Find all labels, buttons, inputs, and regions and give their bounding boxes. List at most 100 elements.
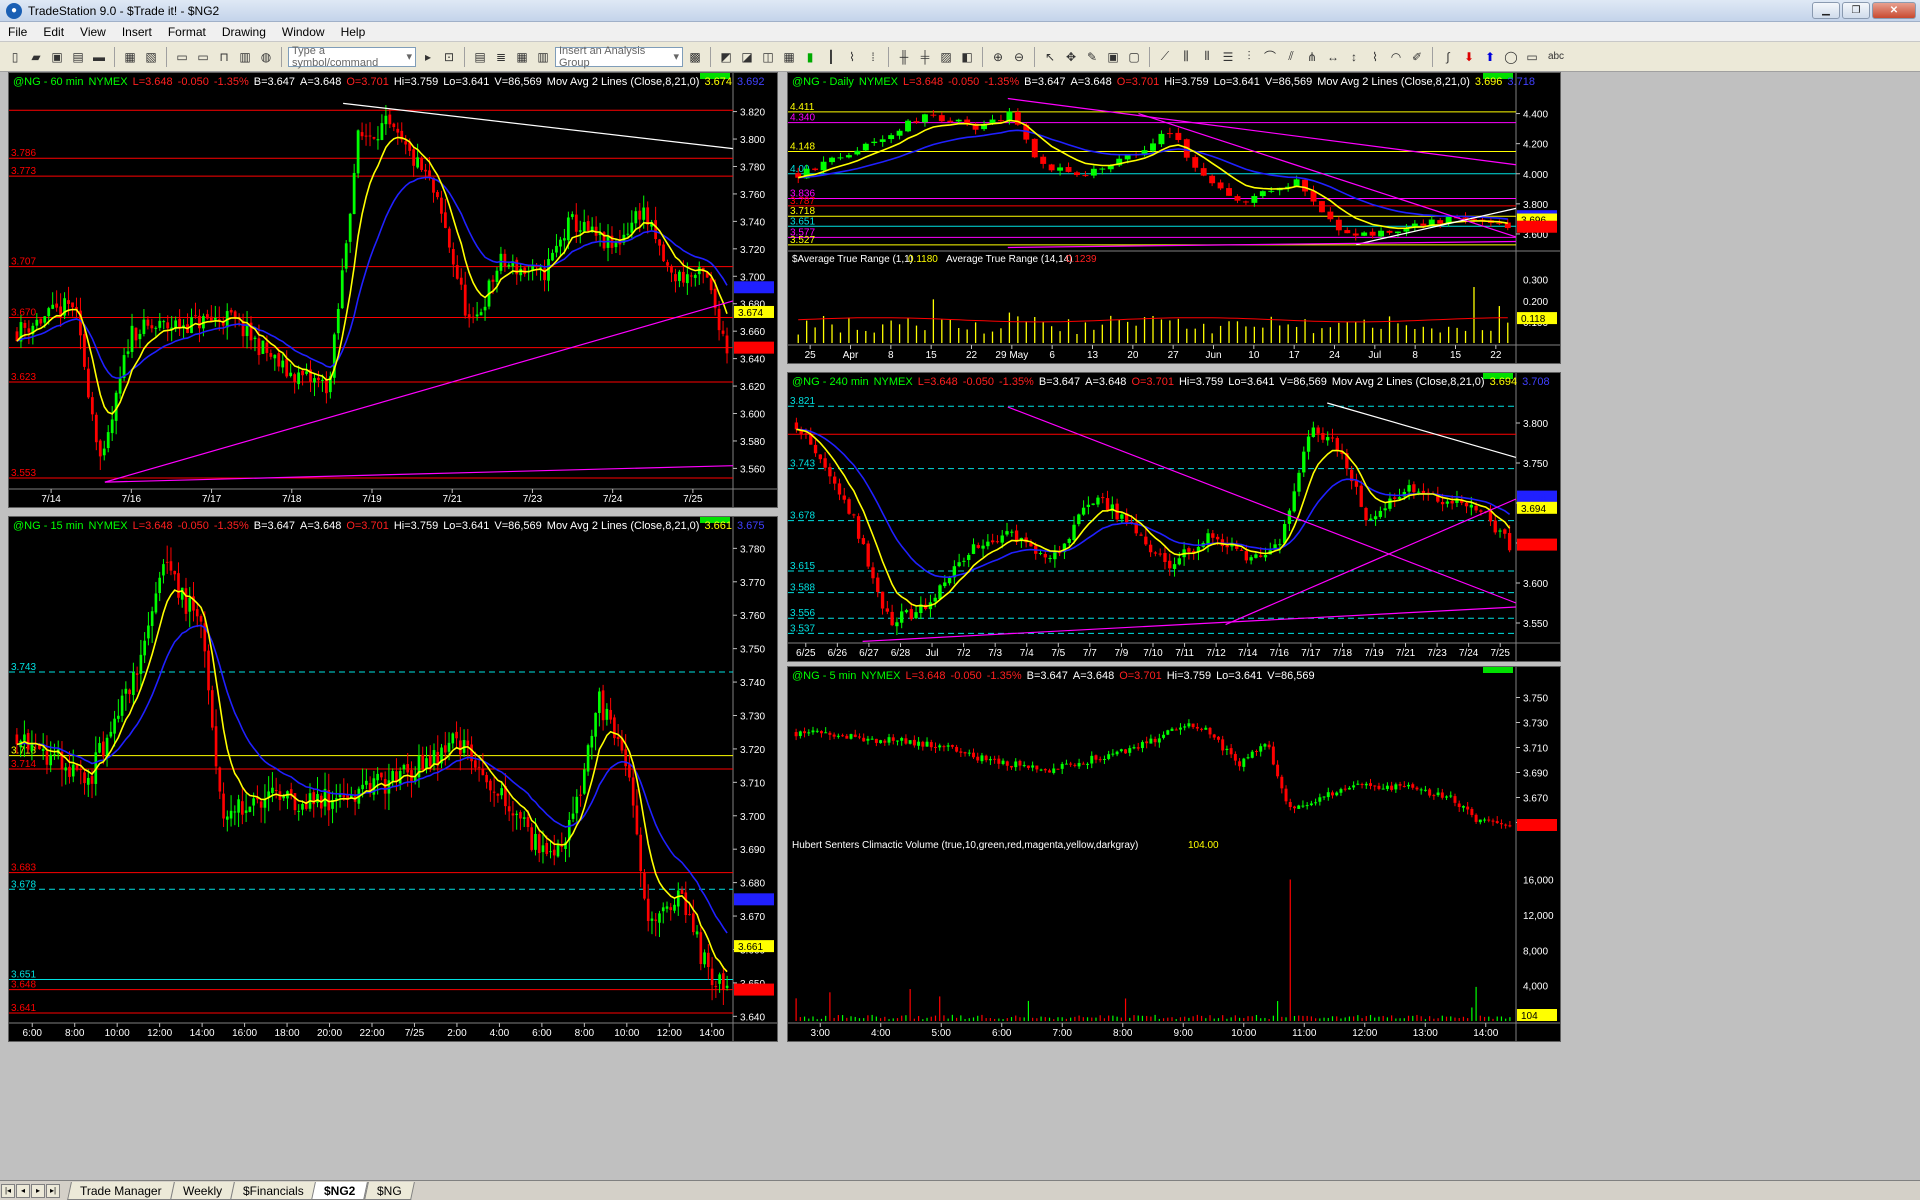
last-tab-icon[interactable]: ▸| — [46, 1183, 60, 1198]
list-icon[interactable]: ≣ — [492, 48, 510, 66]
quote-icon[interactable]: ◫ — [759, 48, 777, 66]
scan-icon[interactable]: ▥ — [534, 48, 552, 66]
menu-view[interactable]: View — [72, 22, 114, 42]
candle-body — [1321, 433, 1325, 440]
rectangle-icon[interactable]: ▭ — [1523, 48, 1541, 66]
bar-chart-icon[interactable]: ▮ — [801, 48, 819, 66]
arrow-down-icon[interactable]: ⬇ — [1460, 48, 1478, 66]
menu-window[interactable]: Window — [274, 22, 333, 42]
matrix2-icon[interactable]: ▦ — [780, 48, 798, 66]
line-chart-icon[interactable]: ⌇ — [843, 48, 861, 66]
maximize-icon[interactable]: ❐ — [1842, 2, 1870, 19]
symbol-command-input[interactable]: Type a symbol/command ▾ — [288, 45, 416, 69]
chart-icon[interactable]: ▥ — [236, 48, 254, 66]
candle-body — [837, 157, 844, 159]
grid-icon[interactable]: ▤ — [471, 48, 489, 66]
data-window-icon[interactable]: ▣ — [1104, 48, 1122, 66]
go-arrow-icon[interactable]: ▸ — [419, 48, 437, 66]
new-file-icon[interactable]: ▯ — [6, 48, 24, 66]
radar-icon[interactable]: ◪ — [738, 48, 756, 66]
insert-study-icon[interactable]: ╪ — [916, 48, 934, 66]
insert-bar-icon[interactable]: ╫ — [895, 48, 913, 66]
close-icon[interactable]: ✕ — [1872, 2, 1916, 19]
window-icon[interactable]: ▭ — [173, 48, 191, 66]
chart-window-60min[interactable]: 3.820 3.800 3.780 3.760 3.740 3.720 3.700 3.680… — [8, 72, 778, 508]
arrow-up-icon[interactable]: ⬆ — [1481, 48, 1499, 66]
next-tab-icon[interactable]: ▸ — [31, 1183, 45, 1198]
menu-help[interactable]: Help — [333, 22, 374, 42]
fib-arc-icon[interactable]: ◠ — [1387, 48, 1405, 66]
candle-icon[interactable]: ┃ — [822, 48, 840, 66]
zoom-in-icon[interactable]: ⊕ — [989, 48, 1007, 66]
open-workspace-icon[interactable]: ▣ — [48, 48, 66, 66]
fib-icon[interactable]: ⫼ — [1177, 48, 1195, 66]
tab-ng2[interactable]: $NG2 — [311, 1181, 369, 1200]
chart-window-240min[interactable]: 3.8003.7503.7003.6503.6003.5503.8213.743… — [787, 372, 1561, 662]
curve-icon[interactable]: ∫ — [1439, 48, 1457, 66]
candle-body — [1172, 564, 1177, 569]
lock-icon[interactable]: ⊓ — [215, 48, 233, 66]
first-tab-icon[interactable]: |◂ — [1, 1183, 15, 1198]
window-link-icon[interactable]: ▭ — [194, 48, 212, 66]
andrews-pitchfork-icon[interactable]: ⋔ — [1303, 48, 1321, 66]
horizontal-lines-icon[interactable]: ☰ — [1219, 48, 1237, 66]
chart-window-5min[interactable]: 3.7503.7303.7103.6903.6703.6503.6483:004… — [787, 666, 1561, 1042]
candle-body — [1314, 802, 1318, 804]
candle-body — [1407, 784, 1411, 787]
analysis-icon[interactable]: ▩ — [686, 48, 704, 66]
speed-lines-icon[interactable]: ⫴ — [1198, 48, 1216, 66]
point-figure-icon[interactable]: ⁞ — [864, 48, 882, 66]
menu-format[interactable]: Format — [160, 22, 214, 42]
lookup-icon[interactable]: ⊡ — [440, 48, 458, 66]
menu-insert[interactable]: Insert — [114, 22, 160, 42]
candle-body — [428, 170, 431, 177]
folder-icon[interactable]: ▬ — [90, 48, 108, 66]
print-preview-icon[interactable]: ▦ — [121, 48, 139, 66]
text-tool-icon[interactable]: abc — [1544, 48, 1568, 66]
chart-analysis-icon[interactable]: ◩ — [717, 48, 735, 66]
dropdown-arrow-icon[interactable]: ▾ — [673, 50, 679, 63]
pen-icon[interactable]: ✐ — [1408, 48, 1426, 66]
chart-window-daily[interactable]: 4.400 4.200 4.000 3.800 3.600 4.411 4.340 4.148… — [787, 72, 1561, 364]
candle-body — [1259, 555, 1263, 557]
ellipse-icon[interactable]: ◯ — [1502, 48, 1520, 66]
analysis-group-input[interactable]: Insert an Analysis Group ▾ — [555, 45, 683, 69]
menu-drawing[interactable]: Drawing — [214, 22, 274, 42]
dropdown-arrow-icon[interactable]: ▾ — [406, 50, 412, 63]
matrix-icon[interactable]: ▦ — [513, 48, 531, 66]
arc-icon[interactable]: ⌒ — [1261, 48, 1279, 66]
cursor-icon[interactable]: ↖ — [1041, 48, 1059, 66]
horizontal-line-icon[interactable]: ↔ — [1324, 48, 1342, 66]
tools-icon[interactable]: ✎ — [1083, 48, 1101, 66]
trendline-icon[interactable]: ⟋ — [1156, 48, 1174, 66]
tab-ng[interactable]: $NG — [363, 1181, 415, 1200]
candle-body — [1145, 741, 1149, 744]
tab-financials[interactable]: $Financials — [229, 1181, 317, 1200]
time-cycle-icon[interactable]: ⌇ — [1366, 48, 1384, 66]
prev-tab-icon[interactable]: ◂ — [16, 1183, 30, 1198]
tab-weekly[interactable]: Weekly — [169, 1181, 235, 1200]
tab-trade-manager[interactable]: Trade Manager — [67, 1181, 175, 1200]
candle-body — [1364, 783, 1368, 786]
y-tick-label: 3.800 — [1523, 200, 1548, 211]
candle-body — [475, 314, 479, 317]
menu-edit[interactable]: Edit — [35, 22, 72, 42]
hand-icon[interactable]: ✥ — [1062, 48, 1080, 66]
minimize-icon[interactable]: ▁ — [1812, 2, 1840, 19]
gann-icon[interactable]: ⫶ — [1240, 48, 1258, 66]
vertical-line-icon[interactable]: ↕ — [1345, 48, 1363, 66]
open-folder-icon[interactable]: ▰ — [27, 48, 45, 66]
zoom-out-icon[interactable]: ⊖ — [1010, 48, 1028, 66]
candle-body — [402, 764, 406, 770]
save-icon[interactable]: ▤ — [69, 48, 87, 66]
menu-file[interactable]: File — [0, 22, 35, 42]
text-box-icon[interactable]: ▢ — [1125, 48, 1143, 66]
style-icon[interactable]: ◧ — [958, 48, 976, 66]
chart-window-15min[interactable]: 3.780 3.770 3.760 3.750 3.740 3.730 3.720 3.710… — [8, 516, 778, 1042]
format-icon[interactable]: ▨ — [937, 48, 955, 66]
globe-icon[interactable]: ◍ — [257, 48, 275, 66]
channel-icon[interactable]: ⫽ — [1282, 48, 1300, 66]
candle-body — [1302, 179, 1309, 192]
x-tick-label: 12:00 — [147, 1028, 172, 1039]
print-icon[interactable]: ▧ — [142, 48, 160, 66]
